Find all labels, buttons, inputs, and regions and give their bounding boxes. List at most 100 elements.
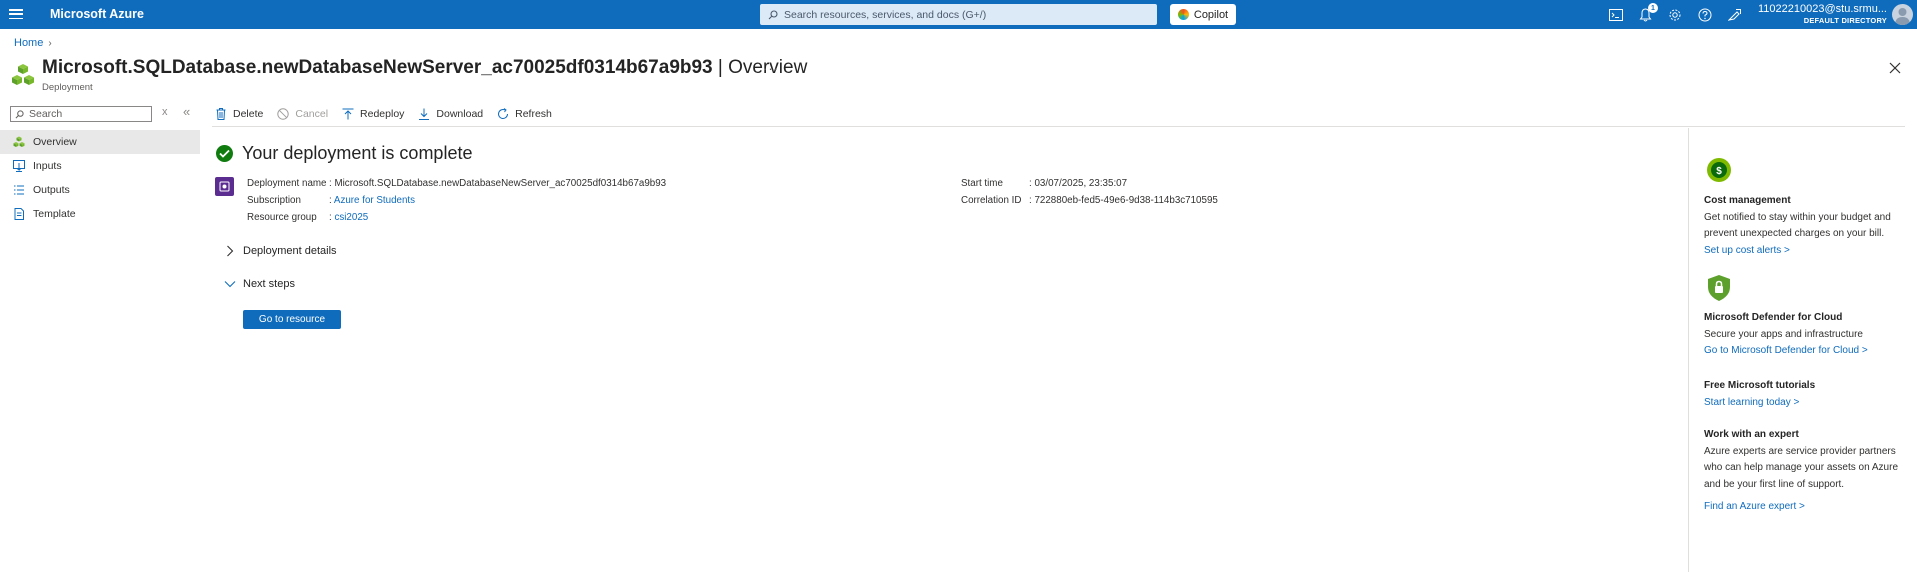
nav-search-placeholder: Search <box>29 108 63 120</box>
expert-link[interactable]: Find an Azure expert > <box>1704 499 1805 516</box>
settings-gear-icon[interactable] <box>1666 6 1683 23</box>
chevron-right-icon <box>227 245 234 257</box>
global-search-input[interactable]: Search resources, services, and docs (G+… <box>760 4 1157 25</box>
nav-item-label: Inputs <box>33 160 62 172</box>
page-title: Microsoft.SQLDatabase.newDatabaseNewServ… <box>42 57 807 79</box>
copilot-icon <box>1177 9 1189 20</box>
tutorials-title: Free Microsoft tutorials <box>1704 380 1816 391</box>
command-bar-divider <box>212 126 1905 127</box>
defender-body: Secure your apps and infrastructure <box>1704 328 1863 340</box>
delete-button[interactable]: Delete <box>215 108 263 120</box>
outputs-icon <box>13 184 25 196</box>
nav-item-outputs[interactable]: Outputs <box>0 178 200 202</box>
deployment-info-left: Deployment name : Microsoft.SQLDatabase.… <box>247 175 666 226</box>
nav-search-input[interactable]: Search <box>10 106 152 122</box>
cost-management-card: Cost management Get notified to stay wit… <box>1704 193 1904 259</box>
tutorials-link[interactable]: Start learning today > <box>1704 395 1799 412</box>
info-value-start-time: : 03/07/2025, 23:35:07 <box>1029 178 1128 189</box>
next-steps-expander[interactable]: Next steps <box>224 278 295 290</box>
expert-card: Work with an expert Azure experts are se… <box>1704 427 1904 516</box>
title-separator: | <box>712 57 729 78</box>
collapse-nav-icon[interactable]: « <box>183 104 190 119</box>
global-search-placeholder: Search resources, services, and docs (G+… <box>784 8 987 21</box>
deployment-cubes-icon <box>12 64 34 85</box>
resource-name: Microsoft.SQLDatabase.newDatabaseNewServ… <box>42 57 713 78</box>
help-icon[interactable] <box>1696 6 1713 23</box>
info-label: Resource group <box>247 212 317 223</box>
deployment-details-expander[interactable]: Deployment details <box>226 245 337 257</box>
template-icon <box>13 208 25 220</box>
azure-brand[interactable]: Microsoft Azure <box>50 7 144 21</box>
info-value-correlation-id: : 722880eb-fed5-49e6-9d38-114b3c710595 <box>1029 195 1218 206</box>
deployment-status-title: Your deployment is complete <box>242 143 473 163</box>
deployment-info-right: Start time : 03/07/2025, 23:35:07 Correl… <box>961 175 1218 209</box>
redeploy-button[interactable]: Redeploy <box>342 108 404 120</box>
defender-card: Microsoft Defender for Cloud Secure your… <box>1704 310 1904 360</box>
cancel-label: Cancel <box>295 108 329 120</box>
refresh-label: Refresh <box>515 108 552 120</box>
nav-item-overview[interactable]: Overview <box>0 130 200 154</box>
feedback-icon[interactable] <box>1726 6 1743 23</box>
go-to-resource-button[interactable]: Go to resource <box>243 310 341 329</box>
search-icon <box>768 9 778 19</box>
deployment-icon <box>215 177 234 196</box>
left-nav: Overview Inputs Outputs Template <box>0 130 200 226</box>
delete-label: Delete <box>233 108 264 120</box>
breadcrumb-chevron-icon: › <box>48 37 52 49</box>
svg-text:$: $ <box>1716 166 1722 177</box>
top-bar: Microsoft Azure Search resources, servic… <box>0 0 1917 29</box>
info-row-resource-group: Resource group : csi2025 <box>247 209 666 226</box>
right-panel-divider <box>1688 128 1689 572</box>
cost-management-title: Cost management <box>1704 195 1791 206</box>
defender-shield-icon <box>1708 275 1730 301</box>
account-menu[interactable]: 11022210023@stu.srmu... DEFAULT DIRECTOR… <box>1758 3 1887 25</box>
clear-search-icon[interactable]: x <box>162 106 168 118</box>
cost-alerts-link[interactable]: Set up cost alerts > <box>1704 243 1790 260</box>
info-row-deployment-name: Deployment name : Microsoft.SQLDatabase.… <box>247 175 666 192</box>
subscription-link[interactable]: Azure for Students <box>334 195 415 206</box>
cancel-button[interactable]: Cancel <box>277 108 328 120</box>
info-value-subscription: : Azure for Students <box>329 195 416 206</box>
more-options-button[interactable]: ··· <box>763 61 779 76</box>
tutorials-card: Free Microsoft tutorials Start learning … <box>1704 378 1904 411</box>
info-value-deployment-name: : Microsoft.SQLDatabase.newDatabaseNewSe… <box>329 178 667 189</box>
deployment-details-label: Deployment details <box>243 245 337 257</box>
command-bar: Delete Cancel Redeploy Download Refresh <box>215 105 566 123</box>
cost-management-body: Get notified to stay within your budget … <box>1704 211 1891 240</box>
defender-title: Microsoft Defender for Cloud <box>1704 312 1843 323</box>
redeploy-icon <box>342 108 354 120</box>
trash-icon <box>215 108 227 120</box>
search-icon <box>15 109 24 118</box>
defender-link[interactable]: Go to Microsoft Defender for Cloud > <box>1704 343 1868 360</box>
download-icon <box>418 108 430 120</box>
info-label: Deployment name <box>247 178 327 189</box>
hamburger-menu-icon[interactable] <box>9 7 23 21</box>
account-directory: DEFAULT DIRECTORY <box>1803 16 1887 25</box>
inputs-icon <box>13 160 25 172</box>
notification-badge: 1 <box>1648 3 1658 13</box>
resource-group-link[interactable]: csi2025 <box>334 212 368 223</box>
expert-body: Azure experts are service provider partn… <box>1704 445 1899 490</box>
breadcrumb-home-link[interactable]: Home <box>14 37 43 49</box>
download-label: Download <box>436 108 484 120</box>
redeploy-label: Redeploy <box>360 108 405 120</box>
cancel-icon <box>277 108 290 120</box>
nav-item-label: Template <box>33 208 76 220</box>
notifications-icon[interactable]: 1 <box>1637 3 1658 23</box>
refresh-button[interactable]: Refresh <box>497 108 552 120</box>
close-icon[interactable] <box>1889 62 1901 74</box>
info-row-subscription: Subscription : Azure for Students <box>247 192 666 209</box>
deployment-status-header: Your deployment is complete <box>216 143 472 164</box>
info-label: Correlation ID <box>961 195 1022 206</box>
chevron-down-icon <box>224 281 236 288</box>
download-button[interactable]: Download <box>418 108 483 120</box>
nav-item-template[interactable]: Template <box>0 202 200 226</box>
avatar[interactable] <box>1892 4 1913 25</box>
info-value-resource-group: : csi2025 <box>329 212 369 223</box>
cloud-shell-icon[interactable] <box>1607 6 1624 23</box>
copilot-label: Copilot <box>1193 8 1229 21</box>
cost-management-icon: $ <box>1707 158 1731 182</box>
copilot-button[interactable]: Copilot <box>1170 4 1236 25</box>
nav-item-inputs[interactable]: Inputs <box>0 154 200 178</box>
info-row-start-time: Start time : 03/07/2025, 23:35:07 <box>961 175 1218 192</box>
